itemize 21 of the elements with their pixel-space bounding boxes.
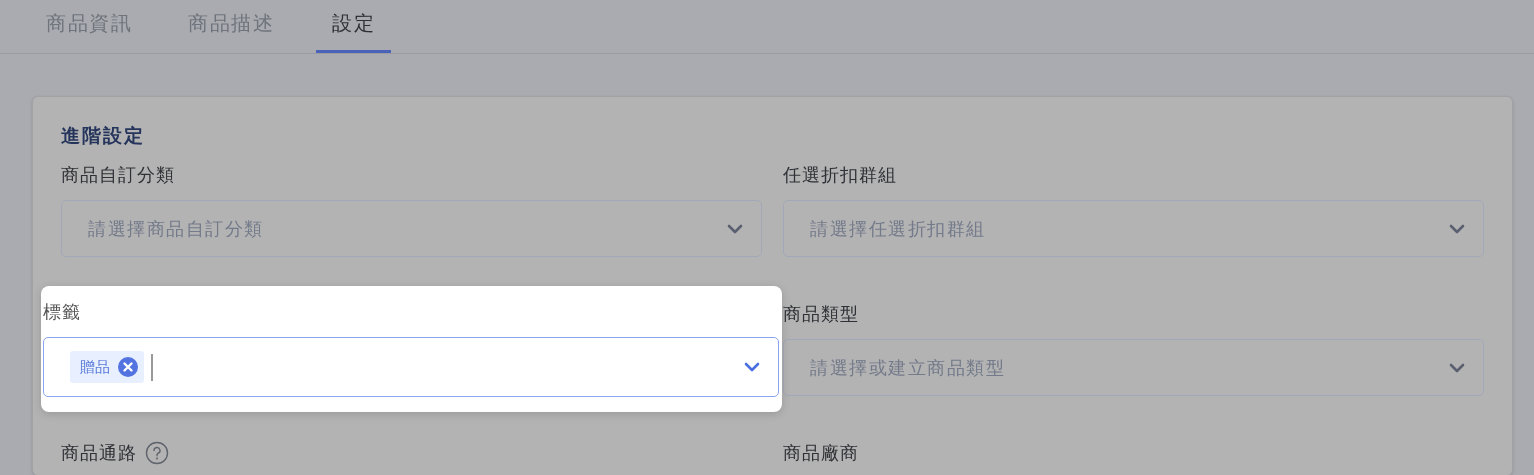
field-label: 商品類型 <box>783 302 859 326</box>
help-icon[interactable] <box>145 441 169 465</box>
field-label: 標籤 <box>43 300 81 324</box>
tab[interactable]: 商品資訊 <box>30 0 148 53</box>
text-cursor <box>151 353 153 381</box>
placeholder-text: 請選擇任選折扣群組 <box>810 216 986 241</box>
field-label: 商品通路 <box>61 441 137 465</box>
section-title: 進階設定 <box>61 123 146 148</box>
field-label: 任選折扣群組 <box>783 163 897 187</box>
placeholder-text: 請選擇商品自訂分類 <box>88 216 264 241</box>
field-label: 商品廠商 <box>783 441 859 465</box>
select-field[interactable]: 請選擇商品自訂分類 <box>61 200 762 257</box>
tab[interactable]: 設定 <box>316 0 391 53</box>
tag-input-field[interactable]: 贈品 <box>43 337 779 397</box>
tab[interactable]: 商品描述 <box>172 0 290 53</box>
select-field[interactable]: 請選擇任選折扣群組 <box>783 200 1484 257</box>
field-label: 商品自訂分類 <box>61 163 175 187</box>
tag-label: 贈品 <box>80 357 110 377</box>
remove-icon[interactable] <box>118 357 138 377</box>
select-field[interactable]: 請選擇或建立商品類型 <box>783 339 1484 396</box>
placeholder-text: 請選擇或建立商品類型 <box>810 355 1005 380</box>
